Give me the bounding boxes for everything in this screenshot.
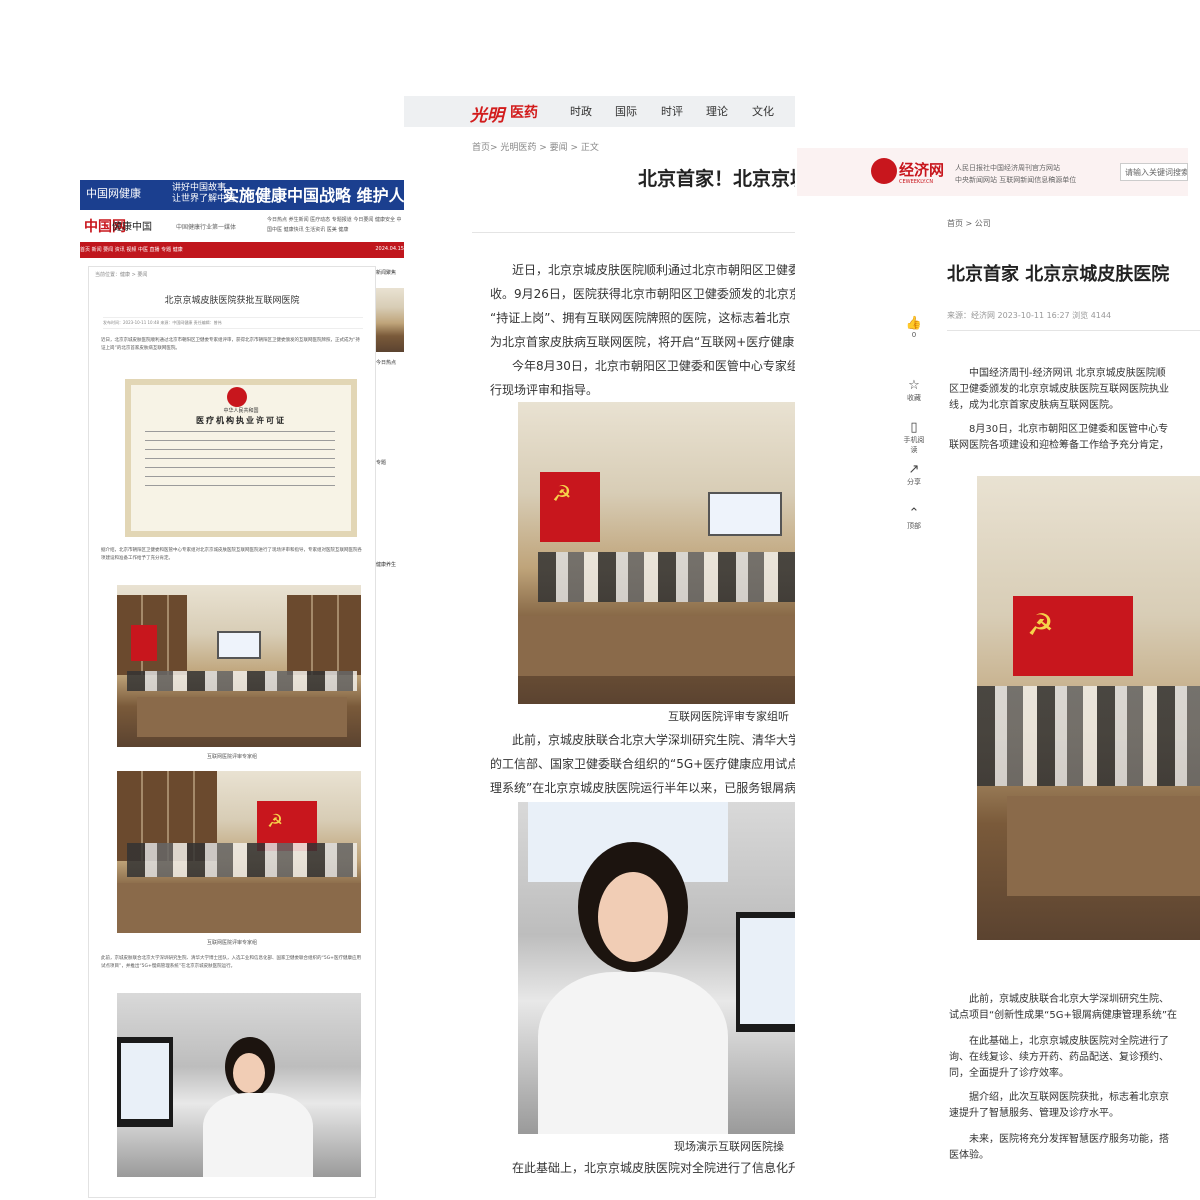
sidebar-heading[interactable]: 今日热点 [376, 358, 404, 369]
like-button[interactable]: 👍 0 [901, 316, 927, 339]
doctor-photo [117, 993, 361, 1177]
sidebar-heading[interactable]: 健康养生 [376, 560, 404, 571]
doctor-photo [518, 802, 795, 1134]
thumbs-up-icon: 👍 [905, 316, 923, 331]
site-channel[interactable]: 医药 [510, 102, 538, 122]
search-input[interactable]: 请输入关键词搜索 [1120, 163, 1188, 181]
paragraph-line: 中国经济周刊-经济网讯 北京京城皮肤医院顺 [969, 368, 1166, 379]
paragraph-line: 医体验。 [949, 1150, 989, 1161]
paragraph-line: 8月30日，北京市朝阳区卫健委和医管中心专 [969, 424, 1169, 435]
site-header: 经济网 CEWEEKLY.CN 人民日报社中国经济周刊官方网站 中央新闻网站 互… [797, 148, 1188, 196]
china-net-article-panel: 中国网健康 讲好中国故事 让世界了解中国 实施健康中国战略 维护人 中国网 健康… [80, 180, 404, 1200]
site-tagline: 中国健康行业第一媒体 [176, 224, 237, 231]
sidebar-heading[interactable]: 新闻聚焦 [376, 268, 404, 279]
site-logo[interactable]: 光明 [470, 101, 504, 126]
license-heading: 中华人民共和国 [223, 408, 259, 414]
article-meta: 发布时间：2023-10-11 10:48 来源：中国网健康 责任编辑：曾伟 [103, 317, 363, 329]
photo-caption: 互联网医院评审专家组听 [668, 710, 789, 723]
favorite-button[interactable]: ☆ 收藏 [901, 378, 927, 403]
article-title: 北京首家！北京京城 [638, 168, 795, 190]
photo-caption: 互联网医院评审专家组 [206, 754, 257, 760]
paragraph-line: 此前，京城皮肤联合北京大学深圳研究生院、 [969, 994, 1169, 1005]
paragraph-line: 的工信部、国家卫健委联合组织的“5G+医疗健康应用试点 [490, 757, 795, 771]
meeting-photo [117, 585, 361, 747]
article-title: 北京京城皮肤医院获批互联网医院 [164, 296, 300, 306]
paragraph-line: “持证上岗”、拥有互联网医院牌照的医院，这标志着北京 [490, 311, 791, 325]
red-nav-bar: 首页 新闻 要闻 资讯 视频 中医 直播 专题 健康 2024.04.15 [80, 242, 404, 258]
sidebar-photo[interactable] [376, 288, 404, 352]
paragraph: 此前，京城皮肤联合北京大学深圳研究生院、清华大学博士团队，入选工业和信息化部、国… [101, 956, 361, 969]
photo-caption: 互联网医院评审专家组 [206, 940, 257, 946]
paragraph-line: 为北京首家皮肤病互联网医院，将开启“互联网+医疗健康 [490, 335, 795, 349]
paragraph-line: 联网医院各项建设和迎检筹备工作给予充分肯定， [949, 440, 1169, 451]
back-to-top-button[interactable]: ⌃ 顶部 [901, 506, 927, 531]
nav-item[interactable]: 时评 [661, 103, 683, 119]
nav-item[interactable]: 文化 [752, 103, 774, 119]
breadcrumb[interactable]: 首页 > 公司 [947, 218, 991, 229]
meeting-photo: ☭ [977, 476, 1200, 940]
paragraph-line: 今年8月30日，北京市朝阳区卫健委和医管中心专家组 [512, 359, 795, 373]
divider [947, 330, 1200, 331]
site-logo-icon[interactable] [871, 158, 897, 184]
paragraph-line: 此前，京城皮肤联合北京大学深圳研究生院、清华大学 [512, 733, 795, 747]
paragraph-line: 同，全面提升了诊疗效率。 [949, 1068, 1069, 1079]
share-button[interactable]: ↗ 分享 [901, 462, 927, 487]
guangming-article-panel: 光明 医药 时政 国际 时评 理论 文化 首页> 光明医药 > 要闻 > 正文 … [404, 96, 795, 1200]
license-name: 医疗机构执业许可证 [196, 416, 286, 425]
site-channel[interactable]: 健康中国 [112, 218, 152, 233]
site-name[interactable]: 经济网 [899, 159, 944, 180]
mobile-read-button[interactable]: ▯ 手机阅读 [901, 420, 927, 455]
site-domain: CEWEEKLY.CN [899, 179, 934, 185]
license-text-lines [145, 431, 335, 491]
nav-items[interactable]: 首页 新闻 要闻 资讯 视频 中医 直播 专题 健康 [80, 246, 183, 253]
paragraph-line: 在此基础上，北京京城皮肤医院对全院进行了 [969, 1036, 1169, 1047]
license-image: 中华人民共和国 医疗机构执业许可证 [125, 379, 357, 537]
banner-headline: 实施健康中国战略 维护人 [223, 186, 404, 205]
meeting-photo: ☭ [518, 402, 795, 704]
sidebar-heading[interactable]: 专题 [376, 458, 404, 469]
star-icon: ☆ [908, 378, 920, 393]
paragraph-line: 速提升了智慧服务、管理及诊疗水平。 [949, 1108, 1119, 1119]
top-nav: 光明 医药 时政 国际 时评 理论 文化 [404, 96, 795, 127]
paragraph-line: 询、在线复诊、续方开药、药品配送、复诊预约、 [949, 1052, 1169, 1063]
paragraph-line: 理系统”在北京京城皮肤医院运行半年以来，已服务银屑病 [490, 781, 795, 795]
breadcrumb[interactable]: 首页> 光明医药 > 要闻 > 正文 [472, 140, 599, 153]
nav-item[interactable]: 时政 [570, 103, 592, 119]
paragraph-line: 试点项目“创新性成果“5G+银屑病健康管理系统”在 [949, 1010, 1178, 1021]
paragraph-line: 行现场评审和指导。 [490, 383, 599, 397]
top-banner[interactable]: 中国网健康 讲好中国故事 让世界了解中国 实施健康中国战略 维护人 [80, 180, 404, 210]
meeting-photo: ☭ [117, 771, 361, 933]
site-header: 中国网 健康中国 中国健康行业第一媒体 今日热点 养生新闻 医疗动态 专题报道 … [80, 210, 404, 242]
nav-date: 2024.04.15 [375, 246, 404, 252]
paragraph-line: 区卫健委颁发的北京京城皮肤医院互联网医院执业 [949, 384, 1169, 395]
header-links[interactable]: 今日热点 养生新闻 医疗动态 专题报道 今日要闻 健康安全 中国中医 健康快讯 … [267, 215, 403, 235]
chevron-up-icon: ⌃ [908, 506, 920, 521]
ceweekly-article-panel: 经济网 CEWEEKLY.CN 人民日报社中国经济周刊官方网站 中央新闻网站 互… [797, 148, 1200, 1200]
article-meta: 来源：经济网 2023-10-11 16:27 浏览 4144 [947, 311, 1112, 320]
right-sidebar: 新闻聚焦 今日热点 专题 健康养生 [376, 266, 404, 1166]
paragraph-line: 据介绍，此次互联网医院获批，标志着北京京 [969, 1092, 1169, 1103]
paragraph-line: 收。9月26日，医院获得北京市朝阳区卫健委颁发的北京京 [490, 287, 795, 301]
paragraph-line: 近日，北京京城皮肤医院顺利通过北京市朝阳区卫健委 [512, 263, 795, 277]
article-title: 北京首家 北京京城皮肤医院 [947, 264, 1170, 285]
paragraph: 据介绍，北京市朝阳区卫健委和医管中心专家组对北京京城皮肤医院互联网医院进行了现场… [101, 548, 362, 561]
paragraph-line: 未来，医院将充分发挥智慧医疗服务功能，搭 [969, 1134, 1169, 1145]
banner-logo[interactable]: 中国网健康 [86, 185, 141, 201]
photo-caption: 现场演示互联网医院操 [674, 1140, 784, 1153]
paragraph-line: 线，成为北京首家皮肤病互联网医院。 [949, 400, 1119, 411]
share-icon: ↗ [908, 462, 920, 477]
site-info: 人民日报社中国经济周刊官方网站 中央新闻网站 互联网新闻信息稿源单位 [955, 164, 1077, 184]
breadcrumb[interactable]: 当前位置：健康 > 要闻 [95, 271, 147, 278]
divider [472, 232, 795, 233]
nav-item[interactable]: 国际 [615, 103, 637, 119]
nav-item[interactable]: 理论 [706, 103, 728, 119]
article-body: 当前位置：健康 > 要闻 北京京城皮肤医院获批互联网医院 发布时间：2023-1… [88, 266, 376, 1198]
phone-icon: ▯ [910, 420, 918, 435]
paragraph: 近日，北京京城皮肤医院顺利通过北京市朝阳区卫健委专家组评审，获得北京市朝阳区卫健… [101, 338, 360, 351]
national-emblem-icon [227, 387, 247, 407]
paragraph-line: 在此基础上，北京京城皮肤医院对全院进行了信息化升 [512, 1161, 795, 1175]
